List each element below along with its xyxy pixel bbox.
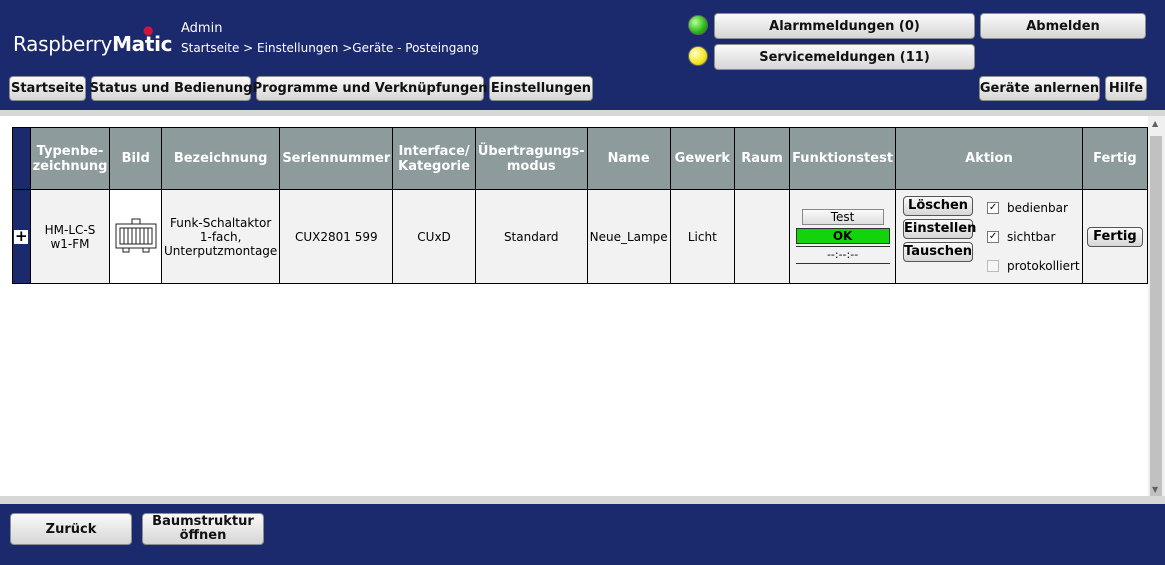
header-bar: RaspberryMatic ● Admin Startseite > Eins… xyxy=(0,0,1165,110)
raspberry-icon: ● xyxy=(143,23,154,37)
alarm-messages-button[interactable]: Alarmmeldungen (0) xyxy=(714,13,975,39)
col-done: Fertig xyxy=(1081,127,1149,190)
col-action: Aktion xyxy=(895,127,1083,190)
visible-label: sichtbar xyxy=(1007,229,1056,244)
logged-label: protokolliert xyxy=(1007,258,1080,273)
col-function-test: Funktionstest xyxy=(789,127,897,190)
vertical-scrollbar[interactable]: ▲ ▼ xyxy=(1148,116,1165,496)
test-button[interactable]: Test xyxy=(801,209,884,225)
raspberrymatic-logo: RaspberryMatic ● xyxy=(13,23,173,56)
logged-checkbox xyxy=(987,259,1000,272)
cell-image xyxy=(109,189,162,284)
table-row: + HM-LC-S w1-FM Funk-Schaltaktor 1-fach,… xyxy=(12,189,1149,284)
expand-plus-icon[interactable]: + xyxy=(14,228,29,244)
cell-room[interactable] xyxy=(733,189,791,284)
nav-programs-button[interactable]: Programme und Verknüpfungen xyxy=(253,76,487,101)
scroll-up-icon[interactable]: ▲ xyxy=(1152,119,1158,128)
cell-done: Fertig xyxy=(1081,189,1149,284)
visible-checkbox[interactable]: ✓ xyxy=(987,230,1000,243)
cell-name[interactable]: Neue_Lampe xyxy=(586,189,671,284)
cell-type: HM-LC-S w1-FM xyxy=(29,189,111,284)
service-messages-button[interactable]: Servicemeldungen (11) xyxy=(714,44,975,70)
table-header-row: Typenbe-zeichnung Bild Bezeichnung Serie… xyxy=(12,127,1149,190)
nav-home-button[interactable]: Startseite xyxy=(9,76,86,101)
scroll-down-icon[interactable]: ▼ xyxy=(1152,485,1158,494)
done-button[interactable]: Fertig xyxy=(1086,226,1143,247)
alarm-status-led-icon xyxy=(688,15,708,35)
test-timestamp: --:--:-- xyxy=(795,246,890,264)
configure-button[interactable]: Einstellen xyxy=(903,219,976,239)
open-tree-label-2: öffnen xyxy=(179,528,227,543)
cell-interface: CUxD xyxy=(392,189,476,284)
content-separator xyxy=(0,496,1165,504)
cell-function-test: Test OK --:--:-- xyxy=(789,189,897,284)
open-tree-label-1: Baumstruktur xyxy=(152,514,254,529)
visible-option[interactable]: ✓ sichtbar xyxy=(987,222,1080,251)
open-tree-button[interactable]: Baumstruktur öffnen xyxy=(142,513,264,545)
cell-serial: CUX2801 599 xyxy=(279,189,394,284)
service-status-led-icon xyxy=(688,46,708,66)
test-status-badge: OK xyxy=(795,228,890,244)
col-trade: Gewerk xyxy=(669,127,736,190)
logout-button[interactable]: Abmelden xyxy=(980,13,1146,39)
nav-settings-button[interactable]: Einstellungen xyxy=(489,76,593,101)
cell-trade[interactable]: Licht xyxy=(669,189,736,284)
cell-mode: Standard xyxy=(474,189,588,284)
device-image-icon xyxy=(115,218,157,253)
cell-action: Löschen Einstellen Tauschen ✓ bedienbar … xyxy=(895,189,1083,284)
breadcrumb: Startseite > Einstellungen >Geräte - Pos… xyxy=(181,41,479,55)
nav-status-button[interactable]: Status und Bedienung xyxy=(90,76,252,101)
cell-description: Funk-Schaltaktor 1-fach, Unterputzmontag… xyxy=(160,189,281,284)
user-name: Admin xyxy=(181,21,223,36)
operable-label: bedienbar xyxy=(1007,200,1068,215)
scrollbar-thumb[interactable] xyxy=(1150,136,1162,496)
back-button[interactable]: Zurück xyxy=(10,513,132,545)
learn-devices-button[interactable]: Geräte anlernen xyxy=(979,76,1100,101)
delete-button[interactable]: Löschen xyxy=(903,196,974,216)
help-button[interactable]: Hilfe xyxy=(1105,76,1147,101)
footer-bar: Zurück Baumstruktur öffnen xyxy=(0,504,1165,565)
col-description: Bezeichnung xyxy=(160,127,281,190)
col-room: Raum xyxy=(733,127,791,190)
operable-option[interactable]: ✓ bedienbar xyxy=(987,193,1080,222)
logged-option: protokolliert xyxy=(987,251,1080,280)
col-interface: Interface/ Kategorie xyxy=(392,127,476,190)
expand-cell: + xyxy=(12,189,31,284)
col-serial: Seriennummer xyxy=(279,127,394,190)
device-inbox-panel: Typenbe-zeichnung Bild Bezeichnung Serie… xyxy=(0,116,1149,496)
col-name: Name xyxy=(586,127,671,190)
col-type: Typenbe-zeichnung xyxy=(29,127,111,190)
operable-checkbox[interactable]: ✓ xyxy=(987,201,1000,214)
col-mode: Übertragungs-modus xyxy=(474,127,588,190)
device-table: Typenbe-zeichnung Bild Bezeichnung Serie… xyxy=(12,127,1149,284)
expand-column-header xyxy=(12,127,31,190)
replace-button[interactable]: Tauschen xyxy=(903,242,974,262)
col-image: Bild xyxy=(109,127,162,190)
